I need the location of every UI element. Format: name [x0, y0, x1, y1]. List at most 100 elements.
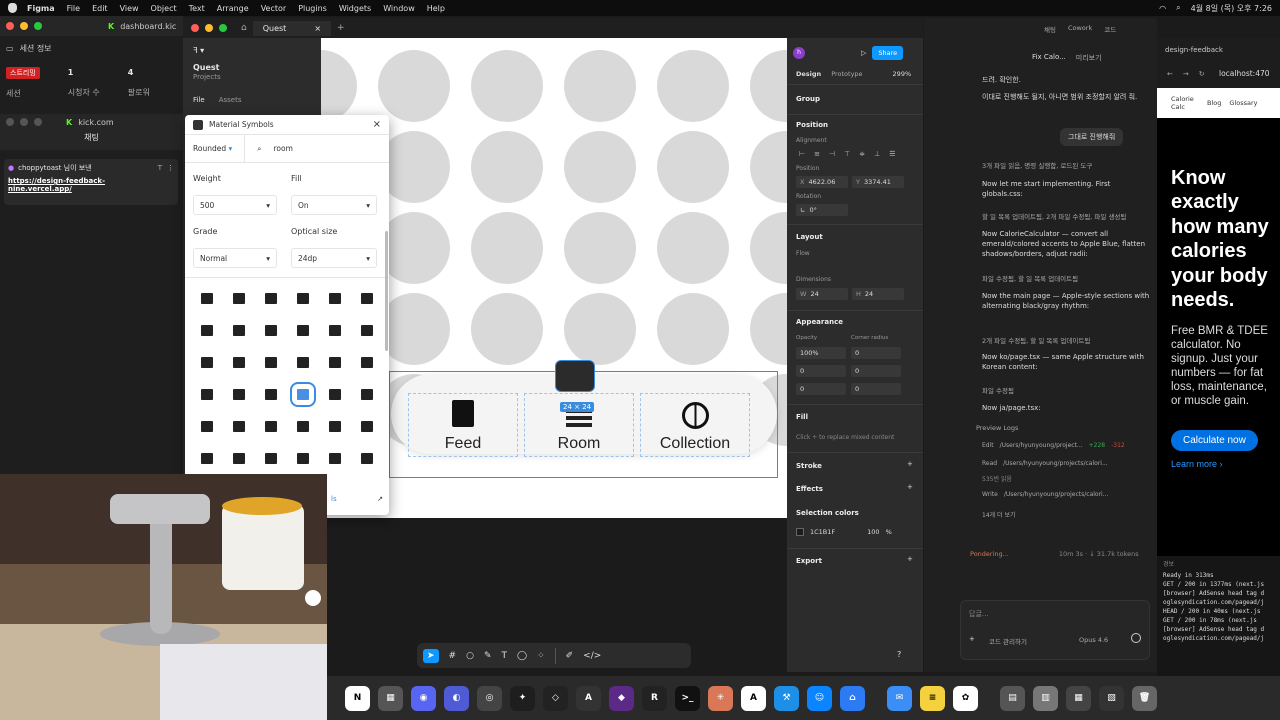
- forward-icon[interactable]: →: [1183, 70, 1189, 78]
- placeholder-circle[interactable]: [471, 50, 543, 122]
- anthropic-icon[interactable]: A: [741, 685, 766, 711]
- symbol-icon[interactable]: [329, 357, 341, 368]
- projects-label[interactable]: Projects: [183, 72, 321, 82]
- placeholder-circle[interactable]: [321, 50, 357, 122]
- notion-icon[interactable]: N: [345, 685, 370, 711]
- stroke-heading[interactable]: Stroke: [796, 462, 822, 470]
- symbol-icon[interactable]: [329, 389, 341, 400]
- align-bottom-icon[interactable]: ⊥: [874, 150, 880, 158]
- symbol-icon[interactable]: [361, 293, 373, 304]
- opacity-field[interactable]: 100%: [796, 347, 846, 359]
- tab-file[interactable]: File: [193, 96, 205, 104]
- nav-calorie-calc[interactable]: Calorie Calc: [1171, 95, 1199, 111]
- height-field[interactable]: H 24: [852, 288, 904, 300]
- claude-icon[interactable]: ✳: [708, 685, 733, 711]
- url-bar[interactable]: localhost:470: [1219, 69, 1270, 78]
- trash-icon[interactable]: 🗑: [1132, 685, 1157, 711]
- chatgpt-icon[interactable]: ✿: [953, 685, 978, 711]
- new-tab-icon[interactable]: +: [337, 23, 345, 33]
- search-input[interactable]: room: [273, 144, 292, 153]
- optical-select[interactable]: 24dp ▾: [291, 248, 377, 268]
- nav-blog[interactable]: Blog: [1207, 99, 1221, 107]
- zoom-window-icon[interactable]: [219, 24, 227, 32]
- edit-path[interactable]: /Users/hyunyoung/project...: [1000, 442, 1083, 449]
- fill-select[interactable]: On ▾: [291, 195, 377, 215]
- stop-button[interactable]: [1131, 633, 1141, 643]
- placeholder-circle[interactable]: [657, 293, 729, 365]
- selection-color-row[interactable]: 1C1B1F 100 %: [796, 528, 892, 536]
- mode-select[interactable]: 코드 관리하기: [989, 636, 1027, 646]
- share-button[interactable]: Share: [872, 46, 904, 60]
- menu-text[interactable]: Text: [189, 4, 205, 13]
- radius-br-field[interactable]: 0: [851, 383, 901, 395]
- move-tool-icon[interactable]: ➤: [423, 648, 439, 663]
- grade-select[interactable]: Normal ▾: [193, 248, 277, 268]
- calculate-button[interactable]: Calculate now: [1171, 430, 1258, 452]
- symbol-icon[interactable]: [361, 325, 373, 336]
- menu-app[interactable]: Figma: [27, 4, 55, 13]
- file-name[interactable]: Quest: [183, 63, 321, 72]
- messenger-icon[interactable]: ◐: [444, 685, 469, 711]
- tool-summary[interactable]: 파일 수정됨, 할 일 목록 업데이트됨: [982, 273, 1078, 283]
- external-link-icon[interactable]: ↗: [377, 495, 383, 503]
- symbol-icon[interactable]: [297, 453, 309, 464]
- rotation-field[interactable]: ∟ 0°: [796, 204, 848, 216]
- placeholder-circle[interactable]: [750, 50, 787, 122]
- corner-radius-field[interactable]: 0: [851, 347, 901, 359]
- symbol-icon[interactable]: [297, 357, 309, 368]
- symbol-icon[interactable]: [329, 325, 341, 336]
- symbol-icon[interactable]: [233, 357, 245, 368]
- menu-file[interactable]: File: [67, 4, 80, 13]
- align-middle-icon[interactable]: ≑: [859, 150, 865, 158]
- selected-bed-icon[interactable]: [555, 360, 595, 392]
- placeholder-circle[interactable]: [657, 212, 729, 284]
- frame-tool-icon[interactable]: #: [449, 651, 457, 661]
- recent-window-icon[interactable]: ▤: [1000, 685, 1025, 711]
- symbol-icon[interactable]: [265, 357, 277, 368]
- placeholder-circle[interactable]: [564, 131, 636, 203]
- menu-view[interactable]: View: [120, 4, 139, 13]
- placeholder-circle[interactable]: [471, 131, 543, 203]
- close-tab-icon[interactable]: ×: [314, 24, 321, 33]
- tab-cowork[interactable]: Cowork: [1068, 24, 1092, 34]
- read-path[interactable]: /Users/hyunyoung/projects/calori...: [1003, 460, 1108, 467]
- menu-object[interactable]: Object: [151, 4, 177, 13]
- recent-window-icon[interactable]: ▧: [1099, 685, 1124, 711]
- alignment-buttons[interactable]: ⊢ ≡ ⊣ ⊤ ≑ ⊥ ☰: [799, 150, 895, 158]
- help-icon[interactable]: ?: [897, 650, 901, 659]
- color-swatch[interactable]: [796, 528, 804, 536]
- symbol-icon[interactable]: [265, 325, 277, 336]
- nav-item-feed[interactable]: Feed: [408, 393, 518, 457]
- pin-icon[interactable]: ⊤: [157, 164, 163, 172]
- symbol-icon[interactable]: [233, 453, 245, 464]
- menu-plugins[interactable]: Plugins: [298, 4, 327, 13]
- symbol-icon[interactable]: [329, 421, 341, 432]
- placeholder-circle[interactable]: [564, 50, 636, 122]
- reload-icon[interactable]: ↻: [1199, 70, 1205, 78]
- export-heading[interactable]: Export: [796, 557, 822, 565]
- distribute-icon[interactable]: ☰: [889, 150, 895, 158]
- radius-tl-field[interactable]: 0: [796, 365, 846, 377]
- width-field[interactable]: W 24: [796, 288, 848, 300]
- close-window-icon[interactable]: [191, 24, 199, 32]
- notes-icon[interactable]: ≡: [920, 685, 945, 711]
- branch-label[interactable]: 미리보기: [1076, 53, 1102, 63]
- symbol-icon[interactable]: [201, 453, 213, 464]
- calculator-icon[interactable]: ▦: [378, 685, 403, 711]
- symbol-icon[interactable]: [201, 357, 213, 368]
- zoom-window-icon[interactable]: [34, 22, 42, 30]
- draw-tool-icon[interactable]: ✐: [566, 651, 574, 661]
- menu-help[interactable]: Help: [427, 4, 445, 13]
- menu-vector[interactable]: Vector: [261, 4, 287, 13]
- placeholder-circle[interactable]: [750, 131, 787, 203]
- symbol-icon[interactable]: [329, 293, 341, 304]
- chat-title[interactable]: Fix Calo...: [1032, 53, 1066, 63]
- recent-window-icon[interactable]: ▥: [1033, 685, 1058, 711]
- style-select[interactable]: Rounded ▾: [193, 144, 232, 153]
- figma-menu-icon[interactable]: ꟻ ▾: [183, 38, 321, 63]
- group-label[interactable]: Group: [796, 95, 820, 103]
- symbol-icon[interactable]: [329, 453, 341, 464]
- comment-tool-icon[interactable]: ◯: [517, 651, 527, 661]
- terminal-icon[interactable]: >_: [675, 685, 700, 711]
- symbol-icon[interactable]: [233, 293, 245, 304]
